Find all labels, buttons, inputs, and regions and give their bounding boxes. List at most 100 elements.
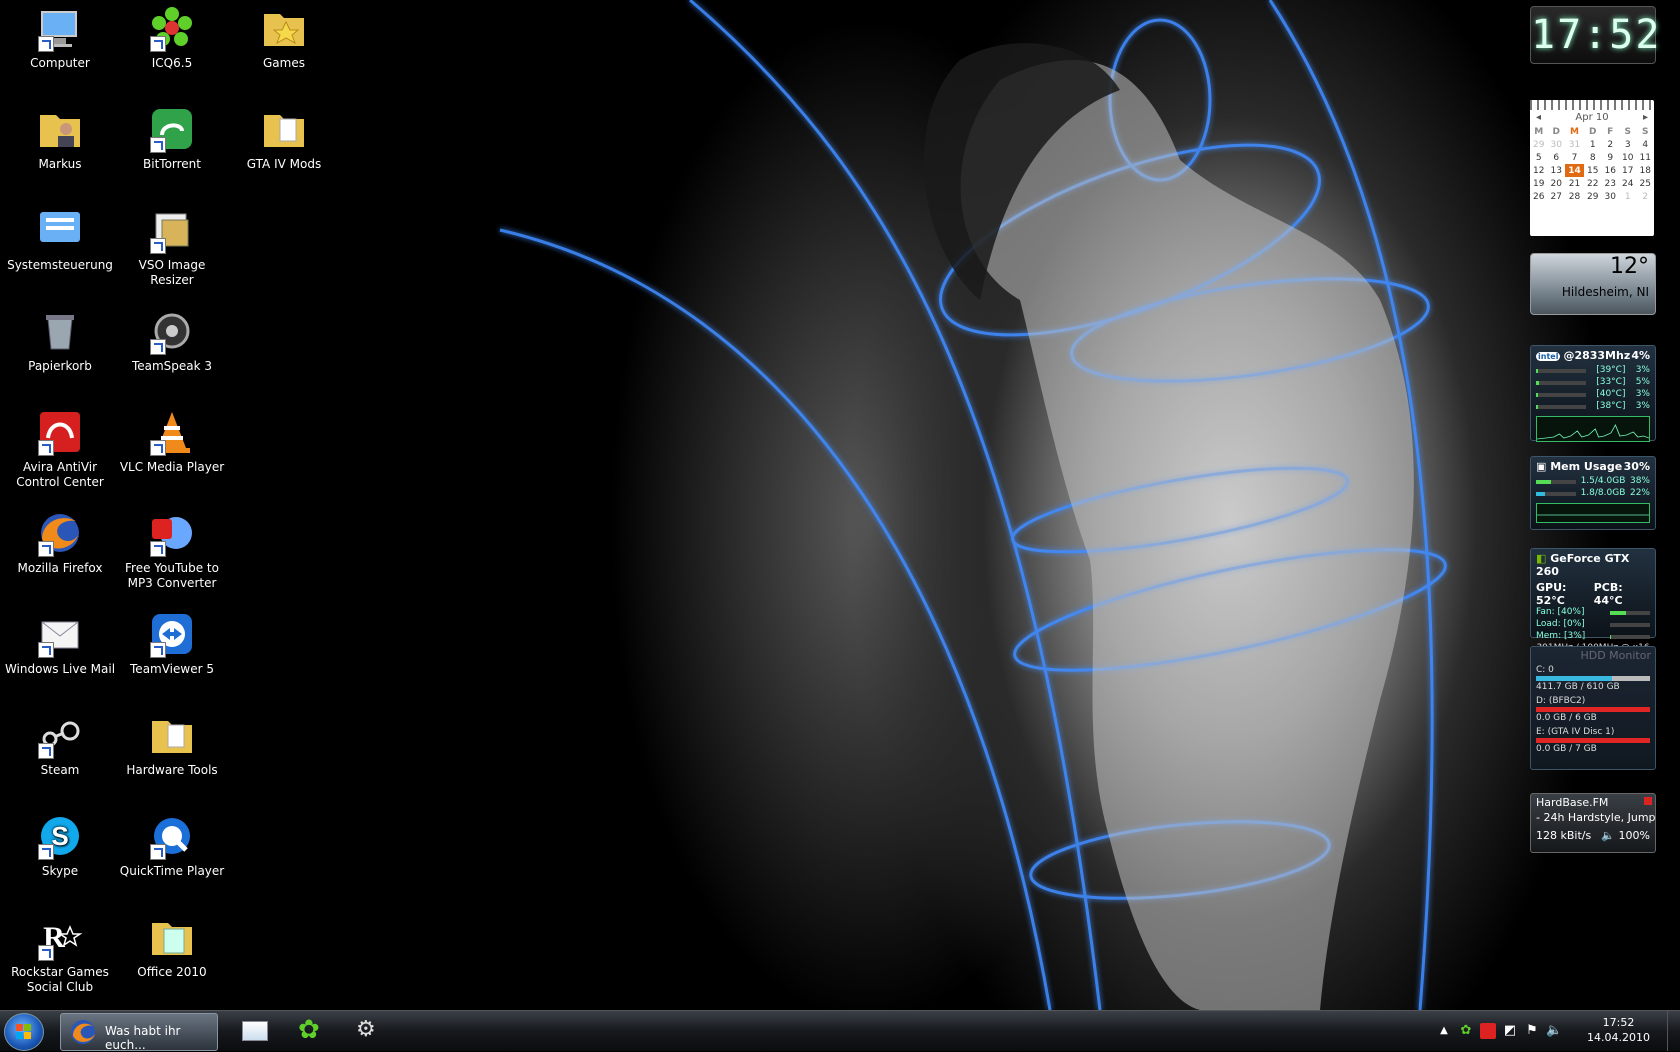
desktop-icon-label: Papierkorb (28, 359, 92, 373)
notification-area: ▲ ✿ ◩ ⚑ 🔈 17:52 14.04.2010 (1380, 1011, 1680, 1051)
desktop-icon-vso-image-resizer[interactable]: VSO Image Resizer (116, 202, 228, 288)
calendar-prev-arrow-icon[interactable]: ◂ (1536, 112, 1541, 123)
calendar-day[interactable]: 1 (1584, 138, 1601, 151)
taskbar-icq-button[interactable]: ✿ (292, 1013, 332, 1049)
desktop-icon-label: Mozilla Firefox (17, 561, 103, 575)
desktop-icon-rockstar-games-social-club[interactable]: R Rockstar Games Social Club (4, 909, 116, 995)
teamspeak-icon (148, 307, 196, 355)
calendar-day[interactable]: 19 (1530, 177, 1547, 190)
calendar-day[interactable]: 21 (1565, 177, 1584, 190)
desktop-icon-label: Markus (38, 157, 82, 171)
cpu-graph (1536, 416, 1650, 442)
desktop-icon-bittorrent[interactable]: BitTorrent (116, 101, 228, 172)
user-folder-icon (36, 105, 84, 153)
calendar-day[interactable]: 11 (1636, 151, 1654, 164)
desktop-icon-hardware-tools[interactable]: Hardware Tools (116, 707, 228, 778)
desktop-icon-steam[interactable]: Steam (4, 707, 116, 778)
icq-tray-icon[interactable]: ✿ (1458, 1023, 1474, 1039)
calendar-day[interactable]: 16 (1602, 164, 1619, 177)
taskbar-steam-button[interactable]: ⚙ (350, 1013, 390, 1049)
calendar-day[interactable]: 20 (1547, 177, 1564, 190)
taskbar-firefox-window[interactable]: Was habt ihr euch... (60, 1013, 218, 1052)
calendar-day[interactable]: 10 (1619, 151, 1636, 164)
calendar-day[interactable]: 25 (1636, 177, 1654, 190)
desktop-icon-label: GTA IV Mods (246, 157, 322, 171)
calendar-day[interactable]: 9 (1602, 151, 1619, 164)
desktop-icon-quicktime-player[interactable]: QuickTime Player (116, 808, 228, 879)
clock-gadget[interactable]: 17:52 (1530, 6, 1659, 64)
desktop-icon-systemsteuerung[interactable]: Systemsteuerung (4, 202, 116, 273)
calendar-day[interactable]: 30 (1602, 190, 1619, 203)
volume-tray-icon[interactable]: 🔈 (1546, 1023, 1562, 1039)
calendar-day[interactable]: 18 (1636, 164, 1654, 177)
calendar-day[interactable]: 2 (1636, 190, 1654, 203)
calendar-day[interactable]: 22 (1584, 177, 1601, 190)
speaker-icon[interactable]: 🔈 (1601, 829, 1615, 842)
desktop-icon-papierkorb[interactable]: Papierkorb (4, 303, 116, 374)
desktop-icon-label: Games (263, 56, 305, 70)
desktop-icon-computer[interactable]: Computer (4, 0, 116, 71)
network-tray-icon[interactable]: ◩ (1502, 1023, 1518, 1039)
calendar-day[interactable]: 1 (1619, 190, 1636, 203)
calendar-gadget[interactable]: ◂ Apr 10 ▸ M D M D F S S 29 30 31 1 2 3 4 5 6 7 8 9 10 11 12 1… (1530, 100, 1654, 236)
calendar-day[interactable]: 24 (1619, 177, 1636, 190)
action-center-flag-icon[interactable]: ⚑ (1524, 1023, 1540, 1039)
show-desktop-button[interactable] (1667, 1011, 1680, 1051)
calendar-next-arrow-icon[interactable]: ▸ (1643, 112, 1648, 123)
calendar-day[interactable]: 7 (1565, 151, 1584, 164)
calendar-day[interactable]: 8 (1584, 151, 1601, 164)
calendar-day[interactable]: 23 (1602, 177, 1619, 190)
cpu-meter-gadget[interactable]: intel @2833Mhz 4% [39°C] 3% [33°C] 5% [40°C] 3… (1530, 345, 1656, 442)
calendar-day[interactable]: 26 (1530, 190, 1547, 203)
tray-date: 14.04.2010 (1587, 1031, 1650, 1044)
desktop-icon-avira-antivir-control-center[interactable]: Avira AntiVir Control Center (4, 404, 116, 490)
start-button[interactable] (4, 1013, 44, 1051)
calendar-day[interactable]: 30 (1547, 138, 1564, 151)
avira-tray-icon[interactable] (1480, 1023, 1496, 1039)
shortcut-arrow-icon (150, 642, 166, 658)
calendar-day[interactable]: 15 (1584, 164, 1601, 177)
calendar-day[interactable]: 29 (1530, 138, 1547, 151)
office-folder-icon (148, 913, 196, 961)
desktop-icon-label: BitTorrent (143, 157, 201, 171)
desktop-icon-gta-iv-mods[interactable]: GTA IV Mods (228, 101, 340, 172)
gpu-meter-gadget[interactable]: ◧ GeForce GTX 260 GPU: 52°C PCB: 44°C Fa… (1530, 548, 1656, 653)
calendar-day[interactable]: 14 (1564, 164, 1585, 177)
calendar-day[interactable]: 17 (1619, 164, 1636, 177)
show-hidden-icons-arrow-icon[interactable]: ▲ (1436, 1023, 1452, 1039)
calendar-day[interactable]: 4 (1636, 138, 1654, 151)
desktop-icon-markus[interactable]: Markus (4, 101, 116, 172)
calendar-day[interactable]: 3 (1619, 138, 1636, 151)
calendar-day[interactable]: 6 (1547, 151, 1564, 164)
desktop-icon-teamviewer-5[interactable]: TeamViewer 5 (116, 606, 228, 677)
calendar-grid: M D M D F S S 29 30 31 1 2 3 4 5 6 7 8 9 10 11 12 13 14 15 16 17 18… (1530, 125, 1654, 203)
gpu-load: Load: [0%] (1536, 619, 1585, 629)
weather-gadget[interactable]: 12° Hildesheim, NI (1530, 253, 1656, 315)
desktop-icon-skype[interactable]: S Skype (4, 808, 116, 879)
desktop-icon-free-youtube-to-mp3-converter[interactable]: Free YouTube to MP3 Converter (116, 505, 228, 591)
calendar-day[interactable]: 27 (1547, 190, 1564, 203)
calendar-day[interactable]: 12 (1530, 164, 1547, 177)
calendar-day[interactable]: 2 (1602, 138, 1619, 151)
desktop-icon-icq6-5[interactable]: ICQ6.5 (116, 0, 228, 71)
desktop-icon-vlc-media-player[interactable]: VLC Media Player (116, 404, 228, 475)
desktop-icon-office-2010[interactable]: Office 2010 (116, 909, 228, 980)
taskbar-live-mail-button[interactable] (234, 1013, 274, 1049)
calendar-day[interactable]: 5 (1530, 151, 1547, 164)
tray-time: 17:52 (1602, 1016, 1635, 1029)
desktop-icon-windows-live-mail[interactable]: Windows Live Mail (4, 606, 116, 677)
shortcut-arrow-icon (150, 339, 166, 355)
desktop-icon-mozilla-firefox[interactable]: Mozilla Firefox (4, 505, 116, 576)
calendar-day[interactable]: 28 (1565, 190, 1584, 203)
desktop-icon-teamspeak-3[interactable]: TeamSpeak 3 (116, 303, 228, 374)
radio-close-icon[interactable] (1644, 797, 1652, 805)
radio-gadget[interactable]: HardBase.FM - 24h Hardstyle, Jump 128 kB… (1530, 793, 1656, 853)
memory-meter-gadget[interactable]: ▣ Mem Usage 30% 1.5/4.0GB 38% 1.8/8.0GB 22% (1530, 456, 1656, 530)
radio-track: - 24h Hardstyle, Jump (1536, 811, 1655, 824)
calendar-day[interactable]: 31 (1565, 138, 1584, 151)
calendar-day[interactable]: 29 (1584, 190, 1601, 203)
desktop-icon-games[interactable]: Games (228, 0, 340, 71)
hdd-monitor-gadget[interactable]: HDD Monitor C: 0 411.7 GB / 610 GB D: (BFB… (1530, 646, 1656, 770)
calendar-day[interactable]: 13 (1547, 164, 1564, 177)
tray-clock[interactable]: 17:52 14.04.2010 (1587, 1015, 1650, 1045)
